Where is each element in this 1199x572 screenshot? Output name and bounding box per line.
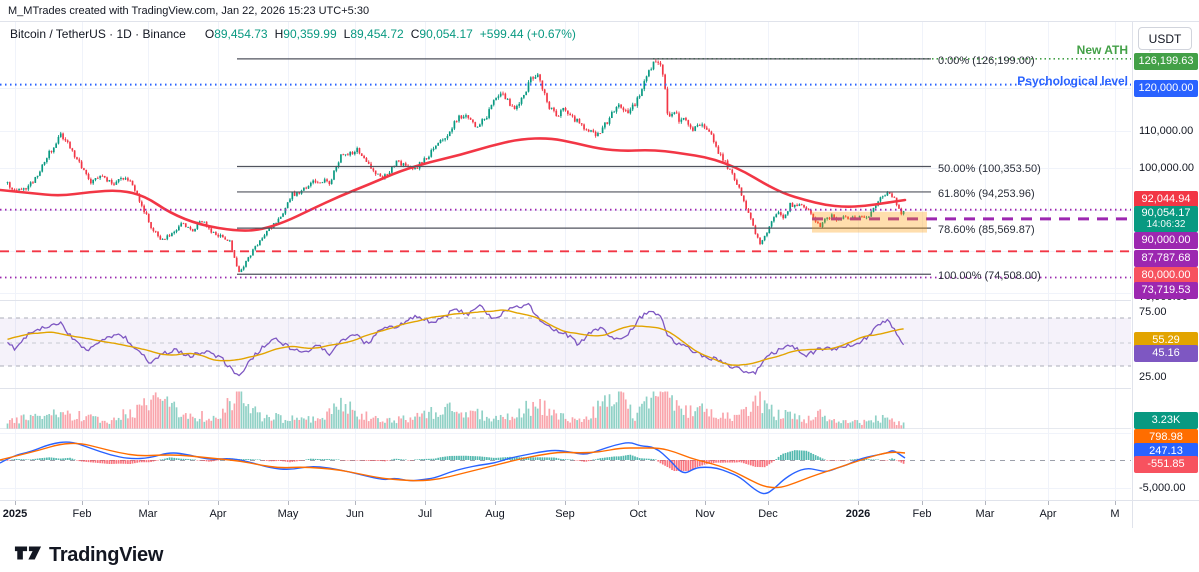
axis-price-label: 100,000.00 [1139, 162, 1195, 174]
ohlc-values: O89,454.73 H90,359.99 L89,454.72 C90,054.17 [198, 27, 473, 41]
axis-price-label: 110,000.00 [1139, 125, 1194, 137]
tradingview-logo[interactable]: TradingView [14, 541, 163, 570]
tradingview-logo-icon [14, 541, 42, 570]
price-label-chip: 80,000.00 [1134, 266, 1198, 284]
axis-time-label: Mar [138, 508, 158, 520]
axis-time-label: 2026 [845, 508, 871, 520]
axis-time-label: M [1110, 508, 1120, 520]
axis-time-label: Nov [695, 508, 715, 520]
axis-time-label: May [277, 508, 299, 520]
fib-level-label: 50.00% (100,353.50) [938, 162, 1041, 175]
price-label-chip: 3.23K [1134, 411, 1198, 429]
fib-level-label: 0.00% (126,199.00) [938, 54, 1035, 67]
price-label-chip: 126,199.63 [1134, 52, 1198, 70]
symbol-title[interactable]: Bitcoin / TetherUS · 1D · Binance [10, 27, 186, 41]
axis-time-label: 2025 [2, 508, 28, 520]
axis-price-label: 25.00 [1139, 371, 1167, 383]
axis-time-label: Feb [912, 508, 932, 520]
ohlc-value: 90,054.17 [419, 27, 473, 41]
currency-toggle-button[interactable]: USDT [1138, 27, 1192, 50]
price-label-chip: 73,719.53 [1134, 281, 1198, 299]
axis-time-label: Dec [758, 508, 778, 520]
axis-price-label: -5,000.00 [1139, 482, 1186, 494]
axis-time-label: Jul [417, 508, 433, 520]
axis-time-label: Jun [346, 508, 364, 520]
price-axis[interactable]: --,---.--110,000.00100,000.0070,000.0075… [1132, 22, 1199, 528]
new-ath-annotation: New ATH [1076, 43, 1128, 57]
axis-time-label: Sep [555, 508, 575, 520]
fib-level-label: 61.80% (94,253.96) [938, 187, 1035, 200]
axis-time-label: Feb [72, 508, 92, 520]
tradingview-chart: M_MTrades created with TradingView.com, … [0, 0, 1199, 572]
price-label-chip: 90,054.17 14:06:32 [1134, 206, 1198, 232]
psychological-level-annotation: Psychological level [1017, 74, 1128, 88]
price-label-chip: 45.16 [1134, 344, 1198, 362]
ohlc-key: H [274, 27, 284, 41]
attribution-bar: M_MTrades created with TradingView.com, … [0, 0, 1199, 22]
change-value: +599.44 (+0.67%) [479, 27, 576, 41]
axis-time-label: Mar [975, 508, 995, 520]
ohlc-value: 89,454.73 [214, 27, 268, 41]
axis-time-label: Aug [485, 508, 505, 520]
ohlc-key: O [204, 27, 215, 41]
chart-canvas[interactable] [0, 0, 1132, 528]
ohlc-value: 90,359.99 [283, 27, 337, 41]
axis-time-label: Apr [209, 508, 227, 520]
fib-level-label: 100.00% (74,508.00) [938, 270, 1041, 283]
axis-price-label: 75.00 [1139, 306, 1167, 318]
axis-time-label: Apr [1039, 508, 1057, 520]
fib-level-label: 78.60% (85,569.87) [938, 224, 1035, 237]
price-label-chip: 87,787.68 [1134, 249, 1198, 267]
ohlc-value: 89,454.72 [350, 27, 404, 41]
price-label-chip: -551.85 [1134, 455, 1198, 473]
price-label-chip: 90,000.00 [1134, 231, 1198, 249]
time-axis[interactable]: 2025 Feb Mar Apr May Jun Jul Aug Sep Oct Nov Dec 202… [0, 500, 1199, 528]
tradingview-logo-text: TradingView [49, 544, 164, 566]
price-label-chip: 92,044.94 [1134, 190, 1198, 208]
axis-time-label: Oct [629, 508, 647, 520]
symbol-bar: Bitcoin / TetherUS · 1D · Binance O89,454… [10, 27, 576, 41]
price-label-chip: 120,000.00 [1134, 79, 1198, 97]
